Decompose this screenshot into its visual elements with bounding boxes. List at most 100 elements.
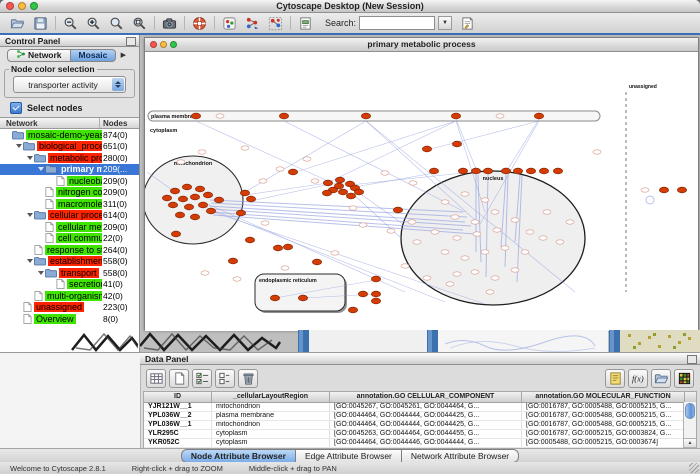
gene-node-highlighted <box>228 258 237 264</box>
gene-node <box>359 223 367 227</box>
select-all-attributes-icon[interactable] <box>146 369 166 388</box>
tree-item-node-count: 42(0) <box>103 291 123 301</box>
tab-edge-attribute-browser[interactable]: Edge Attribute Browser <box>296 449 402 463</box>
table-cell: [GO:0044464, GO:0044444, GO:0044425, G..… <box>330 412 522 420</box>
tree-item-nucleobase-[interactable]: nucleobase-209(0) <box>0 175 139 187</box>
select-attributes-icon[interactable] <box>192 369 212 388</box>
annotation-icon[interactable] <box>456 14 479 32</box>
node-color-select-value: transporter activity <box>14 80 112 90</box>
main-toolbar: Search: ▼ <box>0 13 700 34</box>
tree-item-macromolecule[interactable]: macromolecule311(0) <box>0 198 139 210</box>
gene-node-highlighted <box>162 195 171 201</box>
unselect-attributes-icon[interactable] <box>215 369 235 388</box>
tree-item-multi-organism-pro[interactable]: multi-organism pro42(0) <box>0 290 139 302</box>
gene-node-highlighted <box>323 180 332 186</box>
tree-item-establishment-of-lo[interactable]: establishment of lo558(0) <box>0 256 139 268</box>
zoom-in-icon[interactable] <box>82 14 105 32</box>
gene-node-highlighted <box>534 113 543 119</box>
tree-item-transport[interactable]: transport558(0) <box>0 267 139 279</box>
table-row[interactable]: YLR295Ccytoplasm[GO:0045263, GO:0044464,… <box>144 430 696 439</box>
table-cell: [GO:0016787, GO:0005488, GO:0005215, G..… <box>522 403 685 411</box>
tree-item-cell-communicat[interactable]: cell communicat22(0) <box>0 233 139 245</box>
gene-node <box>486 290 494 294</box>
expand-arrow-icon[interactable] <box>26 156 34 160</box>
folder-icon <box>45 164 57 174</box>
search-input[interactable] <box>359 16 435 30</box>
tab-network[interactable]: Network <box>7 49 71 62</box>
gene-node <box>177 160 185 164</box>
tab-node-attribute-browser[interactable]: Node Attribute Browser <box>181 449 296 463</box>
network-window-titlebar[interactable]: primary metabolic process <box>145 38 698 52</box>
delete-attribute-icon[interactable] <box>238 369 258 388</box>
gene-node <box>491 210 499 214</box>
column-header-2[interactable]: annotation.GO CELLULAR_COMPONENT <box>330 392 522 402</box>
tree-item-response-to-stimulu[interactable]: response to stimulu264(0) <box>0 244 139 256</box>
tree-item-cellular-metabo[interactable]: cellular metabo209(0) <box>0 221 139 233</box>
table-row[interactable]: YPL036W__1mitochondrion[GO:0044464, GO:0… <box>144 421 696 430</box>
scrollbar-thumb[interactable] <box>685 403 695 419</box>
tree-item-node-count: 209(0) <box>103 222 128 232</box>
float-panel-icon[interactable] <box>126 37 136 46</box>
snapshot-icon[interactable] <box>158 14 181 32</box>
expand-arrow-icon[interactable] <box>26 213 34 217</box>
layout-network-icon[interactable] <box>241 14 264 32</box>
column-header-0[interactable]: ID <box>144 392 212 402</box>
formula-icon[interactable]: f(x) <box>628 369 648 388</box>
zoom-fit-icon[interactable] <box>128 14 151 32</box>
tree-item-nitrogen-compo[interactable]: nitrogen compo209(0) <box>0 187 139 199</box>
save-icon[interactable] <box>29 14 52 32</box>
network-canvas[interactable]: plasma membranecytoplasmmitochondrionnuc… <box>145 52 698 331</box>
network-overview-thumbnail[interactable] <box>0 330 138 352</box>
create-attribute-icon[interactable] <box>169 369 189 388</box>
zoom-selected-icon[interactable] <box>105 14 128 32</box>
gene-node <box>593 150 601 154</box>
import-table-icon[interactable] <box>651 369 671 388</box>
expand-arrow-icon[interactable] <box>37 167 45 171</box>
network-tree-header[interactable]: Network Nodes <box>0 117 139 129</box>
svg-text:f(x): f(x) <box>631 373 643 383</box>
zoom-out-icon[interactable] <box>59 14 82 32</box>
gene-node-highlighted <box>184 204 193 210</box>
tab-network-attribute-browser[interactable]: Network Attribute Browser <box>402 449 519 463</box>
expand-arrow-icon[interactable] <box>26 259 34 263</box>
tab-overflow-arrow[interactable]: ▶ <box>116 49 128 62</box>
network-window-title: primary metabolic process <box>145 39 698 49</box>
select-nodes-checkbox[interactable] <box>10 102 22 114</box>
gene-node <box>491 276 499 280</box>
expand-arrow-icon[interactable] <box>37 271 45 275</box>
search-options-button[interactable]: ▼ <box>438 16 452 30</box>
expand-arrow-icon[interactable] <box>15 144 23 148</box>
column-header-1[interactable]: _cellularLayoutRegion <box>212 392 330 402</box>
open-icon[interactable] <box>6 14 29 32</box>
tab-mosaic[interactable]: Mosaic <box>71 49 117 62</box>
tree-item-cellular-process[interactable]: cellular process614(0) <box>0 210 139 222</box>
gene-node <box>349 206 357 210</box>
tree-item-mosaic-demo-yeast[interactable]: mosaic-demo-yeast874(0) <box>0 129 139 141</box>
notes-icon[interactable] <box>605 369 625 388</box>
tree-item-primary-metabo[interactable]: primary metabo209(... <box>0 164 139 176</box>
select-network-icon[interactable] <box>264 14 287 32</box>
table-row[interactable]: YJR121W__1mitochondrion[GO:0045267, GO:0… <box>144 403 696 412</box>
table-cell: [GO:0016787, GO:0005488, GO:0005215, G..… <box>522 412 685 420</box>
gene-node <box>481 250 489 254</box>
tree-item-unassigned[interactable]: unassigned223(0) <box>0 302 139 314</box>
tree-item-overview[interactable]: Overview8(0) <box>0 313 139 325</box>
help-icon[interactable] <box>188 14 211 32</box>
file-icon <box>56 279 65 289</box>
tree-item-secretion[interactable]: secretion41(0) <box>0 279 139 291</box>
table-row[interactable]: YPL036W__2plasma membrane[GO:0044464, GO… <box>144 412 696 421</box>
heatmap-icon[interactable] <box>674 369 694 388</box>
tree-item-metabolic-process[interactable]: metabolic process280(0) <box>0 152 139 164</box>
table-row[interactable]: YKR052Ccytoplasm[GO:0044464, GO:0044446,… <box>144 439 696 448</box>
gene-node-highlighted <box>335 177 344 183</box>
node-color-select[interactable]: transporter activity <box>13 76 126 93</box>
vizmapper-icon[interactable] <box>218 14 241 32</box>
column-header-3[interactable]: annotation.GO MOLECULAR_FUNCTION <box>522 392 685 402</box>
plugin-icon[interactable] <box>294 14 317 32</box>
tree-item-biological-process[interactable]: biological_process651(0) <box>0 141 139 153</box>
tree-item-node-count: 874(0) <box>103 130 128 140</box>
float-data-panel-icon[interactable] <box>687 355 697 364</box>
attribute-browser-tabs: Node Attribute BrowserEdge Attribute Bro… <box>0 448 700 463</box>
resize-grip[interactable] <box>689 463 699 473</box>
folder-icon <box>23 141 35 151</box>
